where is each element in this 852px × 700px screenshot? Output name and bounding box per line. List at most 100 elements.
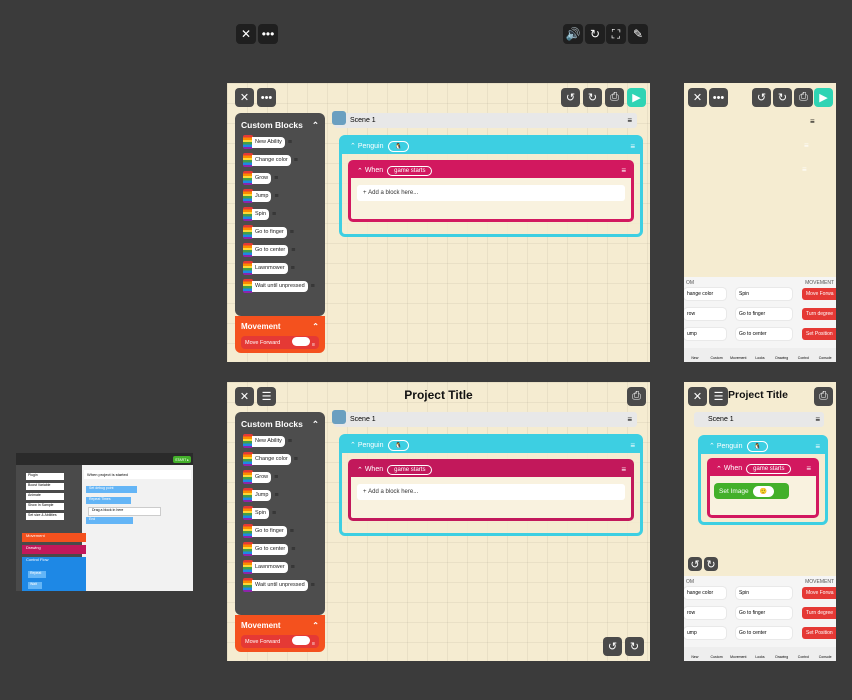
play-button[interactable]: ▶ xyxy=(627,88,646,107)
menu-icon[interactable]: ≡ xyxy=(621,166,626,175)
palette-block[interactable]: row xyxy=(684,607,726,619)
menu-icon[interactable]: ≡ xyxy=(810,117,815,126)
redo-button[interactable]: ↻ xyxy=(704,557,718,571)
movement-block[interactable]: Turn degree xyxy=(802,607,836,619)
close-button[interactable]: ✕ xyxy=(235,88,254,107)
more-button[interactable]: ••• xyxy=(257,88,276,107)
menu-icon[interactable]: ≡ xyxy=(291,564,295,571)
more-button[interactable]: ••• xyxy=(709,88,728,107)
close-button[interactable]: ✕ xyxy=(688,88,707,107)
menu-icon[interactable]: ≡ xyxy=(627,415,632,424)
sprite-header[interactable]: ⌃ Penguin 🐧 ≡ xyxy=(342,138,640,154)
palette-block[interactable]: Spin xyxy=(736,288,792,300)
project-title[interactable]: Project Title xyxy=(227,388,650,402)
tab-drawing[interactable]: Drawing xyxy=(771,647,793,661)
menu-icon[interactable]: ≡ xyxy=(272,510,276,517)
custom-block[interactable]: Lawnmower ≡ xyxy=(243,560,325,574)
custom-block[interactable]: Lawnmower ≡ xyxy=(243,261,325,275)
menu-icon[interactable]: ≡ xyxy=(288,139,292,146)
when-header[interactable]: ⌃ When game starts ≡ xyxy=(351,462,631,477)
scene-thumbnail[interactable] xyxy=(332,111,346,125)
scene-bar[interactable]: Scene 1 ≡ xyxy=(332,410,637,427)
menu-icon[interactable]: ≡ xyxy=(294,157,298,164)
menu-icon[interactable]: ≡ xyxy=(294,456,298,463)
mini-block[interactable]: Repeat Times xyxy=(86,497,131,504)
tab-looks[interactable]: Looks xyxy=(749,348,771,362)
restart-button[interactable]: ↻ xyxy=(585,24,605,44)
menu-icon[interactable]: ≡ xyxy=(274,193,278,200)
menu-icon[interactable]: ≡ xyxy=(311,283,315,290)
print-button[interactable]: ⎙ xyxy=(814,387,833,406)
mini-block[interactable]: Animate xyxy=(26,493,64,500)
menu-icon[interactable]: ≡ xyxy=(290,528,294,535)
movement-block[interactable]: Move Forwa xyxy=(802,288,836,300)
scene-bar[interactable]: Scene 1 ≡ xyxy=(332,111,637,128)
more-button[interactable]: ••• xyxy=(258,24,278,44)
mini-drop-slot[interactable]: Drag a block in here xyxy=(88,507,161,516)
tab-control[interactable]: Control xyxy=(793,647,815,661)
undo-button[interactable]: ↺ xyxy=(561,88,580,107)
mini-block[interactable]: Plugin xyxy=(26,473,64,480)
mini-block[interactable]: Set debug point xyxy=(86,486,137,493)
custom-block[interactable]: Change color ≡ xyxy=(243,452,325,466)
mini-block[interactable]: Show In Sample xyxy=(26,503,64,510)
tab-console[interactable]: Console xyxy=(814,647,836,661)
palette-block[interactable]: hange color xyxy=(684,587,726,599)
custom-block[interactable]: Go to finger ≡ xyxy=(243,524,325,538)
menu-icon[interactable]: ≡ xyxy=(627,116,632,125)
menu-icon[interactable]: ≡ xyxy=(806,464,811,473)
mini-block[interactable]: Boost Variable xyxy=(26,483,64,490)
tab-new[interactable]: New xyxy=(684,647,706,661)
mini-block[interactable]: End xyxy=(86,517,133,524)
palette-block[interactable]: ump xyxy=(684,328,726,340)
menu-icon[interactable]: ≡ xyxy=(815,442,820,451)
custom-block[interactable]: Go to finger ≡ xyxy=(243,225,325,239)
menu-icon[interactable]: ≡ xyxy=(802,165,807,174)
menu-icon[interactable]: ≡ xyxy=(621,465,626,474)
tab-custom[interactable]: Custom xyxy=(706,348,728,362)
penguin-icon[interactable]: 🐧 xyxy=(387,439,409,451)
menu-icon[interactable]: ≡ xyxy=(630,142,635,151)
menu-icon[interactable]: ≡ xyxy=(804,141,809,150)
print-button[interactable]: ⎙ xyxy=(794,88,813,107)
menu-icon[interactable]: ≡ xyxy=(274,175,278,182)
undo-button[interactable]: ↺ xyxy=(603,637,622,656)
event-selector[interactable]: game starts xyxy=(387,165,433,176)
image-icon[interactable]: 🙂 xyxy=(752,485,775,497)
custom-block[interactable]: Wait until unpressed ≡ xyxy=(243,279,325,293)
play-button[interactable]: ▶ xyxy=(814,88,833,107)
movement-block[interactable]: Move Forwa xyxy=(802,587,836,599)
movement-block[interactable]: Turn degree xyxy=(802,308,836,320)
move-forward-block[interactable]: Move Forward ≡ xyxy=(241,336,319,349)
movement-header[interactable]: Movement ⌃ xyxy=(235,316,325,333)
tab-drawing[interactable]: Drawing xyxy=(771,348,793,362)
when-header[interactable]: ⌃ When game starts ≡ xyxy=(710,461,816,476)
tab-new[interactable]: New xyxy=(684,348,706,362)
custom-block[interactable]: Wait until unpressed ≡ xyxy=(243,578,325,592)
undo-button[interactable]: ↺ xyxy=(688,557,702,571)
add-block-slot[interactable]: + Add a block here... xyxy=(357,484,625,500)
menu-icon[interactable]: ≡ xyxy=(815,415,820,424)
custom-block[interactable]: Jump ≡ xyxy=(243,488,325,502)
when-header[interactable]: ⌃ When game starts ≡ xyxy=(351,163,631,178)
movement-header[interactable]: Movement ⌃ xyxy=(235,615,325,632)
undo-button[interactable]: ↺ xyxy=(752,88,771,107)
redo-button[interactable]: ↻ xyxy=(773,88,792,107)
set-image-block[interactable]: Set Image 🙂 xyxy=(714,483,789,499)
toggle[interactable] xyxy=(292,337,311,346)
custom-block[interactable]: Go to center ≡ xyxy=(243,243,325,257)
movement-block[interactable]: Set Position xyxy=(802,328,836,340)
menu-icon[interactable]: ≡ xyxy=(311,582,315,589)
palette-header[interactable]: Custom Blocks ⌃ xyxy=(235,113,325,135)
custom-block[interactable]: New Ability ≡ xyxy=(243,434,325,448)
palette-block[interactable]: ump xyxy=(684,627,726,639)
redo-button[interactable]: ↻ xyxy=(625,637,644,656)
category-drawing[interactable]: Drawing xyxy=(22,545,86,554)
palette-block[interactable]: Go to center xyxy=(736,627,792,639)
tab-looks[interactable]: Looks xyxy=(749,647,771,661)
event-selector[interactable]: game starts xyxy=(746,463,792,474)
palette-block[interactable]: hange color xyxy=(684,288,726,300)
menu-icon[interactable]: ≡ xyxy=(291,546,295,553)
custom-block[interactable]: Grow ≡ xyxy=(243,171,325,185)
palette-header[interactable]: Custom Blocks ⌃ xyxy=(235,412,325,434)
